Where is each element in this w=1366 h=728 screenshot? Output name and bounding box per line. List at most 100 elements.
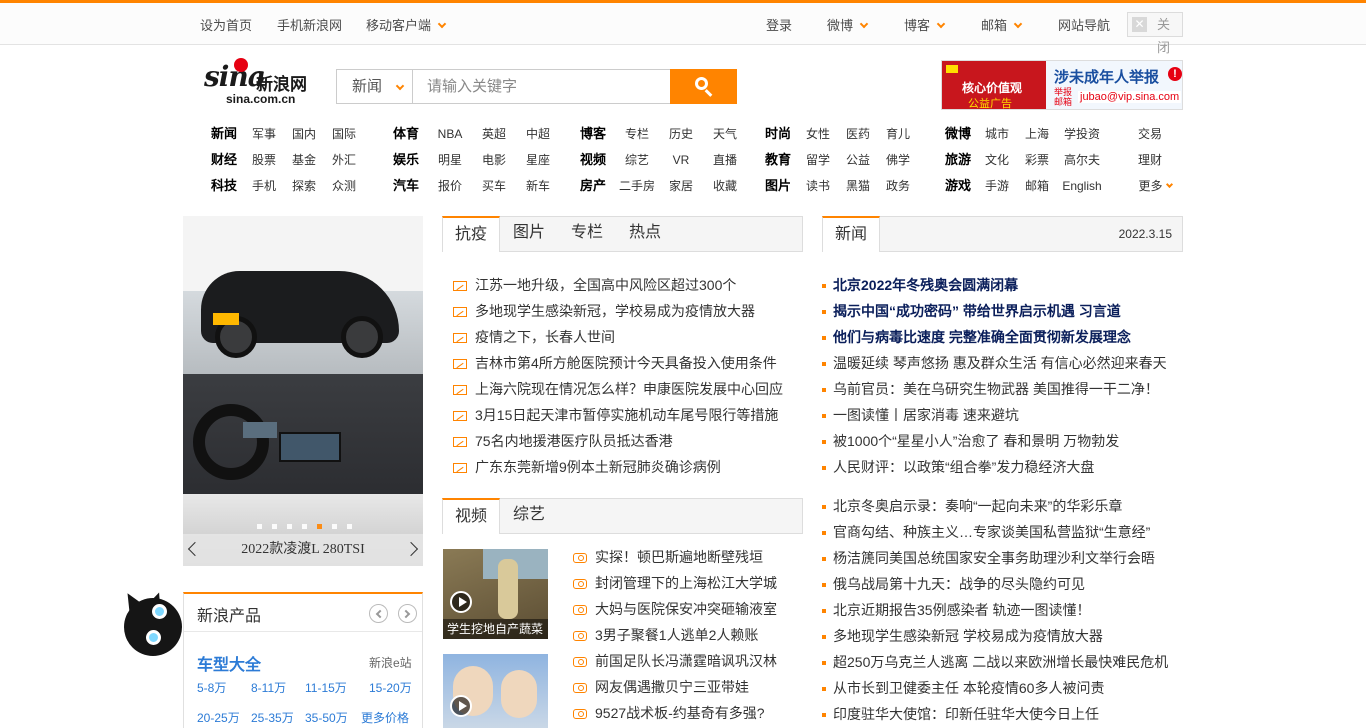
news-item[interactable]: 上海六院现在情况怎么样？申康医院发展中心回应: [453, 376, 783, 402]
tab-columns[interactable]: 专栏: [558, 216, 616, 252]
login-link[interactable]: 登录: [766, 15, 792, 34]
cat-mascot[interactable]: [118, 589, 186, 660]
search-scope-select[interactable]: 新闻: [336, 69, 412, 104]
carousel-dot[interactable]: [302, 524, 307, 529]
next-arrow-icon[interactable]: [403, 541, 419, 557]
nav-link[interactable]: 明星: [428, 151, 472, 168]
nav-link[interactable]: 星座: [516, 151, 560, 168]
nav-link[interactable]: 家居: [659, 177, 703, 194]
tab-hot[interactable]: 热点: [616, 216, 674, 252]
carousel-dot[interactable]: [347, 524, 352, 529]
news-item[interactable]: 多地现学生感染新冠 学校易成为疫情放大器: [822, 623, 1168, 649]
nav-link[interactable]: 邮箱: [1017, 177, 1057, 194]
close-button[interactable]: ✕ 关闭: [1127, 12, 1183, 55]
nav-link[interactable]: 旅游: [939, 151, 977, 168]
nav-link[interactable]: NBA: [428, 125, 472, 142]
news-item[interactable]: 杨洁篪同美国总统国家安全事务助理沙利文举行会晤: [822, 545, 1168, 571]
nav-link[interactable]: 众测: [324, 177, 364, 194]
nav-link[interactable]: 手机: [244, 177, 284, 194]
nav-link[interactable]: 电影: [472, 151, 516, 168]
news-item[interactable]: 北京近期报告35例感染者 轨迹一图读懂！: [822, 597, 1168, 623]
sina-logo[interactable]: sina 新浪网 sina.com.cn: [204, 58, 314, 110]
nav-link[interactable]: 基金: [284, 151, 324, 168]
search-input[interactable]: [412, 69, 671, 104]
tab-anti-epidemic[interactable]: 抗疫: [442, 216, 500, 252]
nav-link[interactable]: 中超: [516, 125, 560, 142]
nav-link[interactable]: 时尚: [758, 125, 798, 142]
tab-news[interactable]: 新闻: [822, 216, 880, 252]
news-item[interactable]: 3男子聚餐1人逃单2人赖账: [573, 622, 777, 648]
nav-link[interactable]: 天气: [703, 125, 747, 142]
news-item[interactable]: 从市长到卫健委主任 本轮疫情60多人被问责: [822, 675, 1168, 701]
carousel-dot[interactable]: [272, 524, 277, 529]
news-item[interactable]: 北京2022年冬残奥会圆满闭幕: [822, 272, 1131, 298]
nav-link[interactable]: 汽车: [384, 177, 428, 194]
news-item[interactable]: 吉林市第4所方舱医院预计今天具备投入使用条件: [453, 350, 783, 376]
nav-link[interactable]: 军事: [244, 125, 284, 142]
news-item[interactable]: 广东东莞新增9例本土新冠肺炎确诊病例: [453, 454, 783, 480]
nav-link[interactable]: 二手房: [615, 177, 659, 194]
mail-menu[interactable]: 邮箱: [981, 15, 1023, 34]
carousel-dot[interactable]: [332, 524, 337, 529]
news-item[interactable]: 9527战术板-约基奇有多强?: [573, 700, 777, 726]
news-item[interactable]: 多地现学生感染新冠，学校易成为疫情放大器: [453, 298, 783, 324]
site-nav-link[interactable]: 网站导航: [1058, 15, 1110, 34]
nav-link[interactable]: 博客: [571, 125, 615, 142]
nav-link[interactable]: 股票: [244, 151, 284, 168]
nav-link[interactable]: 上海: [1017, 125, 1057, 142]
nav-link[interactable]: 新车: [516, 177, 560, 194]
more-menu[interactable]: 更多: [1135, 177, 1175, 194]
image-carousel[interactable]: 2022款凌渡L 280TSI: [183, 216, 423, 566]
nav-link[interactable]: 房产: [571, 177, 615, 194]
price-link[interactable]: 35-50万: [305, 709, 348, 726]
news-item[interactable]: 北京冬奥启示录：奏响“一起向未来”的华彩乐章: [822, 493, 1168, 519]
nav-link[interactable]: 国际: [324, 125, 364, 142]
weibo-menu[interactable]: 微博: [827, 15, 869, 34]
news-item[interactable]: 人民财评：以政策“组合拳”发力稳经济大盘: [822, 454, 1167, 480]
nav-link[interactable]: 微博: [939, 125, 977, 142]
nav-link[interactable]: 佛学: [878, 151, 918, 168]
news-item[interactable]: 3月15日起天津市暂停实施机动车尾号限行等措施: [453, 402, 783, 428]
nav-link[interactable]: 收藏: [703, 177, 747, 194]
news-item[interactable]: 一图读懂丨居家消毒 速来避坑: [822, 402, 1167, 428]
news-item[interactable]: 印度驻华大使馆：印新任驻华大使今日上任: [822, 701, 1168, 727]
nav-link[interactable]: 读书: [798, 177, 838, 194]
nav-link[interactable]: 高尔夫: [1057, 151, 1107, 168]
video-thumbnail[interactable]: 学生挖地自产蔬菜: [443, 549, 548, 639]
mobile-sina-link[interactable]: 手机新浪网: [277, 15, 342, 34]
video-thumbnail[interactable]: [443, 654, 548, 728]
news-item[interactable]: 封闭管理下的上海松江大学城: [573, 570, 777, 596]
nav-link[interactable]: 城市: [977, 125, 1017, 142]
tab-variety[interactable]: 综艺: [500, 498, 558, 534]
car-catalog-link[interactable]: 车型大全: [197, 651, 261, 675]
carousel-dot[interactable]: [287, 524, 292, 529]
price-link[interactable]: 11-15万: [305, 679, 347, 696]
nav-link[interactable]: 理财: [1135, 151, 1165, 168]
blog-menu[interactable]: 博客: [904, 15, 946, 34]
nav-link[interactable]: 国内: [284, 125, 324, 142]
news-item[interactable]: 俄乌战局第十九天：战争的尽头隐约可见: [822, 571, 1168, 597]
price-link[interactable]: 25-35万: [251, 709, 294, 726]
nav-link[interactable]: VR: [659, 151, 703, 168]
news-item[interactable]: 被1000个“星星小人”治愈了 春和景明 万物勃发: [822, 428, 1167, 454]
tab-pictures[interactable]: 图片: [500, 216, 558, 252]
carousel-dot[interactable]: [317, 524, 322, 529]
news-item[interactable]: 网友偶遇撒贝宁三亚带娃: [573, 674, 777, 700]
nav-link[interactable]: 外汇: [324, 151, 364, 168]
price-link[interactable]: 15-20万: [369, 679, 412, 696]
nav-link[interactable]: 医药: [838, 125, 878, 142]
news-item[interactable]: 他们与病毒比速度 完整准确全面贯彻新发展理念: [822, 324, 1131, 350]
nav-link[interactable]: 体育: [384, 125, 428, 142]
news-item[interactable]: 超250万乌克兰人逃离 二战以来欧洲增长最快难民危机: [822, 649, 1168, 675]
prev-button[interactable]: [369, 604, 388, 623]
carousel-dot[interactable]: [257, 524, 262, 529]
nav-link[interactable]: 娱乐: [384, 151, 428, 168]
search-button[interactable]: [670, 69, 737, 104]
news-item[interactable]: 疫情之下，长春人世间: [453, 324, 783, 350]
nav-link[interactable]: 育儿: [878, 125, 918, 142]
nav-link[interactable]: 财经: [204, 151, 244, 168]
e-station-link[interactable]: 新浪e站: [369, 654, 412, 671]
price-link[interactable]: 20-25万: [197, 709, 240, 726]
prev-arrow-icon[interactable]: [187, 541, 203, 557]
public-service-ad[interactable]: 核心价值观 公益广告 涉未成年人举报 ! 举报邮箱 jubao@vip.sina…: [941, 60, 1183, 110]
